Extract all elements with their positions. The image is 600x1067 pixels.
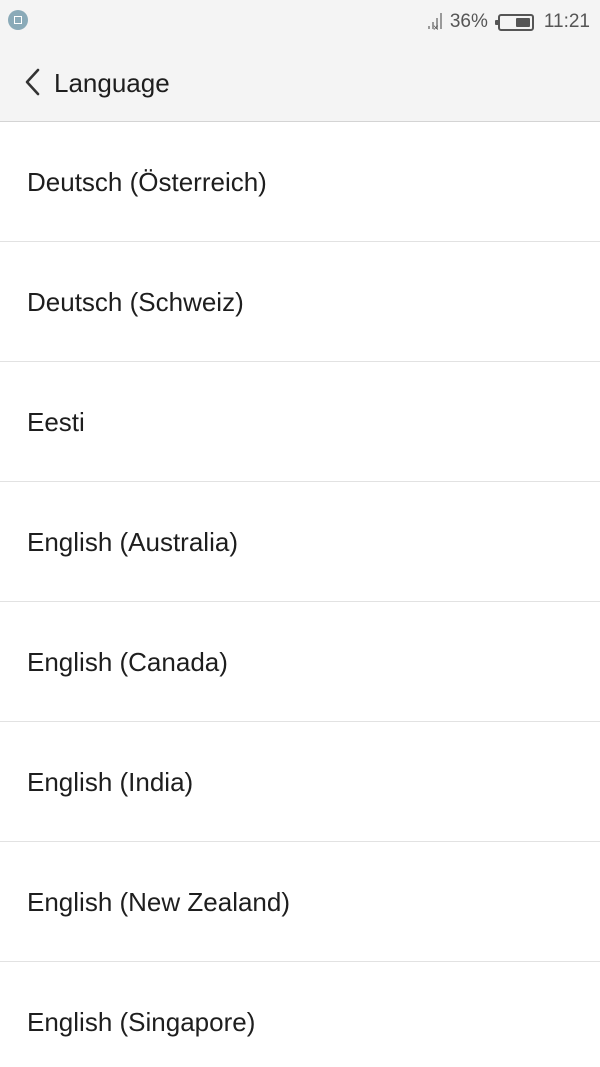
language-item[interactable]: English (Australia)	[0, 482, 600, 602]
signal-no-sim-icon: ×	[427, 13, 444, 34]
language-settings-screen: × 36% 11:21 Language Deutsch (Österreich…	[0, 0, 600, 1067]
language-item[interactable]: Deutsch (Österreich)	[0, 122, 600, 242]
language-item[interactable]: Deutsch (Schweiz)	[0, 242, 600, 362]
language-label: English (India)	[27, 766, 194, 797]
page-title: Language	[54, 68, 170, 98]
status-bar: × 36% 11:21	[0, 0, 600, 44]
language-item[interactable]: Eesti	[0, 362, 600, 482]
language-item[interactable]: English (Canada)	[0, 602, 600, 722]
language-item[interactable]: English (New Zealand)	[0, 842, 600, 962]
language-label: Deutsch (Schweiz)	[27, 286, 244, 317]
language-list: Deutsch (Österreich) Deutsch (Schweiz) Ees…	[0, 122, 600, 1067]
battery-icon	[494, 13, 534, 31]
battery-level-fill	[515, 17, 530, 27]
battery-percentage: 36%	[449, 11, 488, 32]
language-label: Eesti	[27, 406, 85, 437]
language-label: Deutsch (Österreich)	[27, 166, 267, 197]
language-label: English (Canada)	[27, 646, 228, 677]
back-button[interactable]	[18, 64, 48, 100]
language-item[interactable]: English (India)	[0, 722, 600, 842]
app-bar: Language	[0, 44, 600, 122]
app-notification-icon	[8, 10, 28, 30]
language-label: English (New Zealand)	[27, 886, 291, 917]
status-indicators: × 36% 11:21	[427, 0, 590, 44]
language-item[interactable]: English (Singapore)	[0, 962, 600, 1067]
clock: 11:21	[543, 11, 590, 32]
language-label: English (Singapore)	[27, 1007, 256, 1037]
language-label: English (Australia)	[27, 526, 238, 557]
chevron-left-icon	[25, 68, 40, 96]
